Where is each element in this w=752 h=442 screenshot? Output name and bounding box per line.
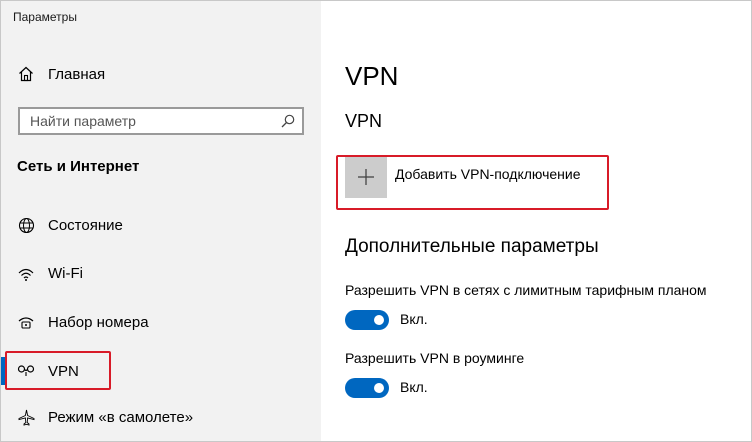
search-icon[interactable]: [280, 113, 296, 129]
sidebar-item-home[interactable]: Главная: [1, 54, 321, 94]
sidebar-item-wifi[interactable]: Wi-Fi: [1, 253, 321, 293]
roaming-toggle-row: Вкл.: [345, 377, 428, 399]
content-pane: VPN VPN Добавить VPN-подключение Дополни…: [321, 1, 751, 441]
sidebar-item-label: Режим «в самолете»: [48, 408, 194, 426]
roaming-toggle[interactable]: [345, 378, 389, 398]
advanced-heading: Дополнительные параметры: [345, 236, 599, 257]
metered-toggle[interactable]: [345, 310, 389, 330]
wifi-icon: [17, 264, 35, 282]
dialup-icon: [17, 313, 35, 331]
search-input[interactable]: [20, 109, 270, 133]
roaming-toggle-state: Вкл.: [400, 379, 428, 395]
section-title: VPN: [345, 111, 383, 131]
search-box: [18, 107, 304, 135]
toggle-knob: [374, 383, 384, 393]
home-icon: [17, 65, 35, 83]
sidebar-item-label: Wi-Fi: [48, 264, 83, 282]
globe-icon: [17, 216, 35, 234]
metered-toggle-row: Вкл.: [345, 309, 428, 331]
metered-setting-label: Разрешить VPN в сетях с лимитным тарифны…: [345, 282, 707, 298]
highlight-box-add-vpn: [336, 155, 609, 210]
sidebar-item-label: Состояние: [48, 216, 123, 234]
airplane-icon: [17, 408, 35, 426]
roaming-setting-label: Разрешить VPN в роуминге: [345, 350, 525, 366]
section-heading: Сеть и Интернет: [17, 158, 140, 175]
sidebar-item-label: Набор номера: [48, 313, 149, 331]
sidebar-item-status[interactable]: Состояние: [1, 205, 321, 245]
toggle-knob: [374, 315, 384, 325]
window-title: Параметры: [13, 10, 77, 24]
settings-window: Параметры Главная Сеть и Интернет: [0, 0, 752, 442]
sidebar: Параметры Главная Сеть и Интернет: [1, 1, 321, 441]
highlight-box-vpn: [5, 351, 111, 390]
sidebar-item-label: Главная: [48, 65, 106, 83]
sidebar-item-dialup[interactable]: Набор номера: [1, 302, 321, 342]
metered-toggle-state: Вкл.: [400, 311, 428, 327]
sidebar-item-airplane[interactable]: Режим «в самолете»: [1, 397, 321, 437]
page-title: VPN: [345, 61, 399, 91]
